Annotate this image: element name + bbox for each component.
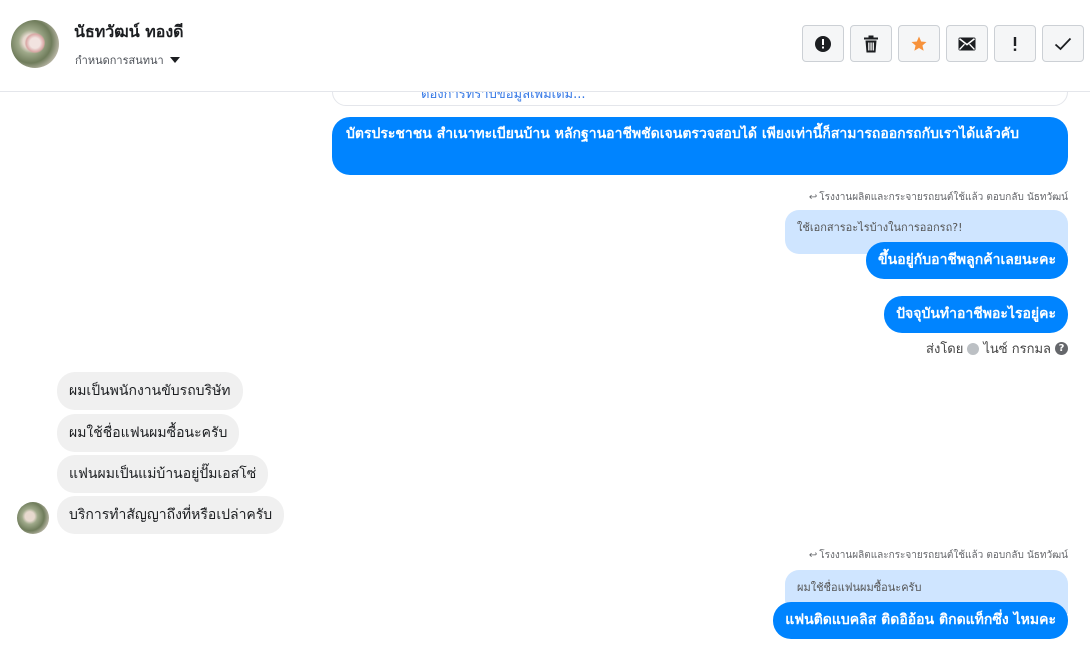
conversation-settings-dropdown[interactable]: กำหนดการสนทนา <box>75 51 180 69</box>
outgoing-message[interactable]: ขึ้นอยู่กับอาชีพลูกค้าเลยนะคะ <box>866 242 1068 279</box>
reply-meta: ↩ โรงงานผลิตและกระจายรถยนต์ใช้แล้ว ตอบกล… <box>809 190 1068 205</box>
outgoing-message[interactable]: ปัจจุบันทำอาชีพอะไรอยู่คะ <box>884 296 1068 333</box>
outgoing-message[interactable]: แฟนติดแบคลิส ติดอิอ้อน ติกดแท็กซึ่ง ไหมค… <box>773 602 1068 639</box>
checkmark-icon <box>1054 37 1072 50</box>
incoming-message[interactable]: แฟนผมเป็นแม่บ้านอยู่ปั๊มเอสโซ่ <box>57 455 269 493</box>
user-name[interactable]: นัธทวัฒน์ ทองดี <box>74 20 184 45</box>
incoming-message[interactable]: ผมใช้ชื่อแฟนผมซื้อนะครับ <box>57 414 240 452</box>
report-button[interactable] <box>802 25 844 62</box>
incoming-message[interactable]: บริการทำสัญญาถึงที่หรือเปล่าครับ <box>57 496 285 534</box>
incoming-message[interactable]: ผมเป็นพนักงานขับรถบริษัท <box>57 372 243 410</box>
reply-arrow-icon: ↩ <box>808 550 818 561</box>
important-button[interactable] <box>994 25 1036 62</box>
delete-button[interactable] <box>850 25 892 62</box>
mark-unread-button[interactable] <box>946 25 988 62</box>
user-avatar[interactable] <box>11 20 59 68</box>
reply-meta: ↩ โรงงานผลิตและกระจายรถยนต์ใช้แล้ว ตอบกล… <box>809 548 1068 563</box>
sent-by-name[interactable]: ไนซ์ กรกมล <box>983 338 1051 359</box>
reply-meta-text: โรงงานผลิตและกระจายรถยนต์ใช้แล้ว ตอบกลับ… <box>819 192 1068 203</box>
conversation-header: นัธทวัฒน์ ทองดี กำหนดการสนทนา <box>0 0 1090 92</box>
reply-meta-text: โรงงานผลิตและกระจายรถยนต์ใช้แล้ว ตอบกลับ… <box>819 550 1068 561</box>
trash-icon <box>864 35 878 52</box>
outgoing-message[interactable]: บัตรประชาชน สำเนาทะเบียนบ้าน หลักฐานอาชี… <box>332 117 1068 175</box>
help-icon[interactable]: ? <box>1055 342 1068 355</box>
caret-down-icon <box>169 57 180 63</box>
exclamation-icon <box>1013 36 1017 51</box>
done-button[interactable] <box>1042 25 1084 62</box>
reply-arrow-icon: ↩ <box>808 192 818 203</box>
alert-circle-icon <box>815 35 831 52</box>
sent-by-label: ส่งโดย <box>926 342 964 357</box>
star-button[interactable] <box>898 25 940 62</box>
sender-avatar[interactable] <box>17 502 49 534</box>
conversation-settings-label: กำหนดการสนทนา <box>75 54 164 67</box>
sender-badge-icon <box>967 342 980 355</box>
star-icon <box>911 36 927 51</box>
toolbar <box>802 25 1084 62</box>
partial-message-text: ต้องการทราบข้อมูลเพิ่มเติม... <box>421 92 586 102</box>
sent-by-info: ส่งโดย ไนซ์ กรกมล ? <box>926 338 1068 359</box>
message-thread[interactable]: ต้องการทราบข้อมูลเพิ่มเติม... บัตรประชาช… <box>0 92 1090 648</box>
partial-message-card: ต้องการทราบข้อมูลเพิ่มเติม... <box>332 92 1068 106</box>
envelope-icon <box>958 37 976 50</box>
